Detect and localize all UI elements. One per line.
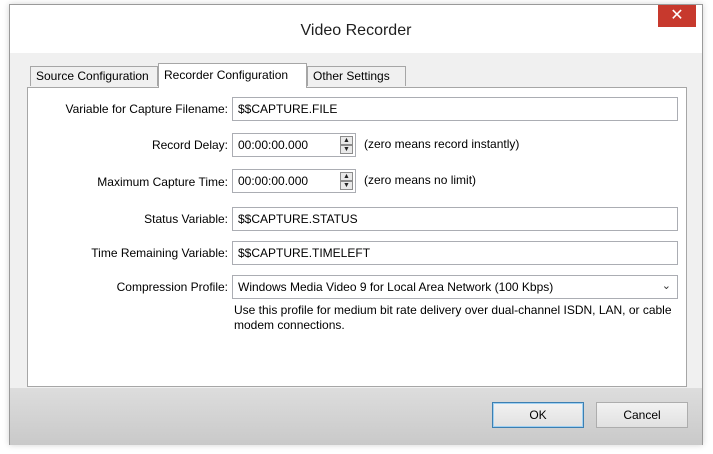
dialog-footer: OK Cancel [10, 388, 702, 445]
status-variable-input[interactable]: $$CAPTURE.STATUS [232, 207, 678, 231]
window-title: Video Recorder [300, 22, 412, 39]
close-icon: ✕ [670, 7, 684, 24]
max-capture-time-label: Maximum Capture Time: [97, 175, 228, 189]
up-arrow-icon[interactable]: ▲ [340, 136, 353, 145]
down-arrow-icon[interactable]: ▼ [340, 181, 353, 190]
tab-recorder-configuration[interactable]: Recorder Configuration [158, 63, 307, 88]
title-bar: Video Recorder ✕ [10, 5, 702, 53]
max-capture-time-value[interactable]: 00:00:00.000 [238, 170, 308, 192]
close-button[interactable]: ✕ [658, 5, 696, 27]
status-variable-label: Status Variable: [144, 212, 228, 226]
up-arrow-icon[interactable]: ▲ [340, 172, 353, 181]
max-capture-time-spinner[interactable]: 00:00:00.000 ▲ ▼ [232, 169, 356, 193]
tab-other-settings[interactable]: Other Settings [307, 66, 406, 86]
compression-profile-value: Windows Media Video 9 for Local Area Net… [238, 280, 554, 294]
ok-button[interactable]: OK [492, 402, 584, 428]
capture-filename-input[interactable]: $$CAPTURE.FILE [232, 97, 678, 121]
video-recorder-dialog: Video Recorder ✕ Source Configuration Re… [9, 4, 703, 445]
record-delay-spinner[interactable]: 00:00:00.000 ▲ ▼ [232, 133, 356, 157]
down-arrow-icon[interactable]: ▼ [340, 145, 353, 154]
record-delay-label: Record Delay: [151, 138, 228, 152]
record-delay-value[interactable]: 00:00:00.000 [238, 134, 308, 156]
max-capture-time-note: (zero means no limit) [364, 173, 477, 187]
capture-filename-label: Variable for Capture Filename: [65, 102, 228, 116]
time-remaining-input[interactable]: $$CAPTURE.TIMELEFT [232, 241, 678, 265]
tab-source-configuration[interactable]: Source Configuration [30, 66, 158, 86]
compression-profile-label: Compression Profile: [116, 280, 228, 294]
cancel-button[interactable]: Cancel [596, 402, 688, 428]
recorder-configuration-panel: Variable for Capture Filename: $$CAPTURE… [27, 87, 687, 387]
time-remaining-label: Time Remaining Variable: [91, 246, 228, 260]
compression-profile-description: Use this profile for medium bit rate del… [234, 303, 672, 332]
chevron-down-icon[interactable]: ⌄ [662, 279, 671, 292]
compression-profile-select[interactable]: Windows Media Video 9 for Local Area Net… [232, 275, 678, 299]
record-delay-note: (zero means record instantly) [364, 137, 520, 151]
